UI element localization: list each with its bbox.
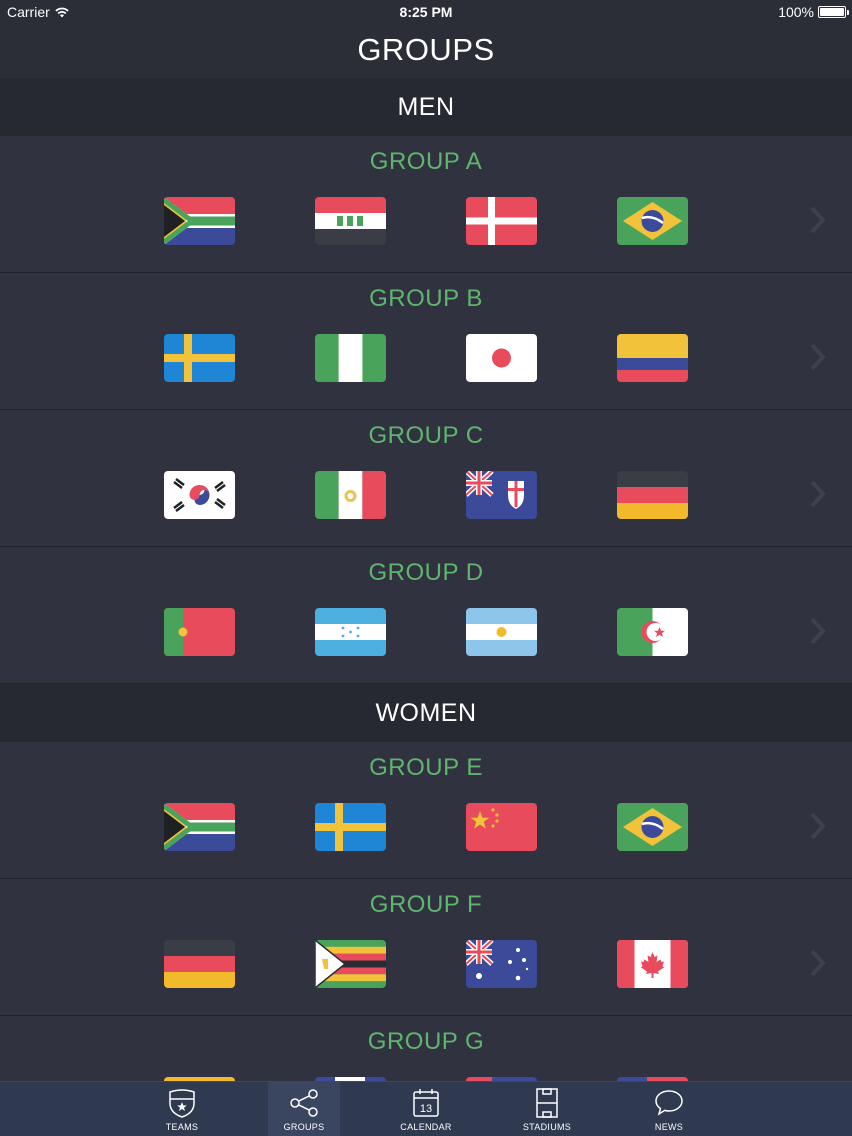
page-title: GROUPS <box>357 32 495 67</box>
tab-bar: TEAMS GROUPS 13 CALENDAR STADIUMS NEWS <box>0 1081 852 1136</box>
group-title: GROUP B <box>369 285 483 312</box>
sweden-flag <box>164 334 235 382</box>
tab-label: STADIUMS <box>522 1122 572 1132</box>
tab-label: GROUPS <box>283 1122 325 1132</box>
status-time: 8:25 PM <box>399 4 453 20</box>
chevron-right-icon <box>810 206 826 234</box>
group-row-e[interactable]: GROUP E <box>0 742 852 879</box>
group-row-f[interactable]: GROUP F <box>0 879 852 1016</box>
group-title: GROUP G <box>367 1028 485 1055</box>
denmark-flag <box>466 197 537 245</box>
share-nodes-icon <box>290 1089 318 1117</box>
battery-label: 100% <box>778 4 814 20</box>
nigeria-flag <box>315 334 386 382</box>
honduras-flag <box>315 608 386 656</box>
argentina-flag <box>466 608 537 656</box>
group-row-a[interactable]: GROUP A <box>0 136 852 273</box>
germany-flag <box>164 940 235 988</box>
section-title: MEN <box>397 92 455 121</box>
status-bar: Carrier 8:25 PM 100% <box>0 0 852 24</box>
south-africa-flag <box>164 197 235 245</box>
tab-label: NEWS <box>654 1122 684 1132</box>
chevron-right-icon <box>810 949 826 977</box>
australia-flag <box>466 940 537 988</box>
group-title: GROUP F <box>369 891 483 918</box>
sweden-flag <box>315 803 386 851</box>
south-korea-flag <box>164 471 235 519</box>
battery-indicator: 100% <box>778 4 849 20</box>
group-title: GROUP C <box>368 422 484 449</box>
group-title: GROUP D <box>368 559 484 586</box>
pitch-icon <box>536 1088 558 1118</box>
chevron-right-icon <box>810 480 826 508</box>
brazil-flag <box>617 197 688 245</box>
algeria-flag <box>617 608 688 656</box>
section-header-men: MEN <box>0 78 852 136</box>
tab-teams[interactable]: TEAMS <box>146 1082 218 1136</box>
colombia-flag <box>617 334 688 382</box>
section-header-women: WOMEN <box>0 684 852 742</box>
tab-label: CALENDAR <box>400 1122 452 1132</box>
tab-label: TEAMS <box>165 1122 199 1132</box>
china-flag <box>466 803 537 851</box>
fiji-flag <box>466 471 537 519</box>
tab-groups[interactable]: GROUPS <box>268 1082 340 1136</box>
group-title: GROUP E <box>369 754 483 781</box>
section-title: WOMEN <box>375 698 477 727</box>
speech-bubble-icon <box>655 1090 683 1116</box>
navigation-bar: GROUPS <box>0 24 852 78</box>
tab-stadiums[interactable]: STADIUMS <box>511 1082 583 1136</box>
tab-calendar[interactable]: 13 CALENDAR <box>390 1082 462 1136</box>
group-row-c[interactable]: GROUP C <box>0 410 852 547</box>
mexico-flag <box>315 471 386 519</box>
groups-list[interactable]: MEN GROUP A GROUP B GROUP C GROUP D WOME… <box>0 78 852 1081</box>
calendar-day: 13 <box>420 1103 432 1115</box>
battery-icon <box>818 6 849 18</box>
chevron-right-icon <box>810 812 826 840</box>
canada-flag <box>617 940 688 988</box>
tab-news[interactable]: NEWS <box>633 1082 705 1136</box>
calendar-icon: 13 <box>413 1089 439 1117</box>
group-row-g[interactable]: GROUP G <box>0 1016 852 1081</box>
portugal-flag <box>164 608 235 656</box>
group-row-b[interactable]: GROUP B <box>0 273 852 410</box>
zimbabwe-flag <box>315 940 386 988</box>
group-row-d[interactable]: GROUP D <box>0 547 852 684</box>
chevron-right-icon <box>810 343 826 371</box>
brazil-flag <box>617 803 688 851</box>
badge-icon <box>169 1089 195 1118</box>
chevron-right-icon <box>810 617 826 645</box>
iraq-flag <box>315 197 386 245</box>
japan-flag <box>466 334 537 382</box>
group-title: GROUP A <box>369 148 483 175</box>
south-africa-flag <box>164 803 235 851</box>
germany-flag <box>617 471 688 519</box>
